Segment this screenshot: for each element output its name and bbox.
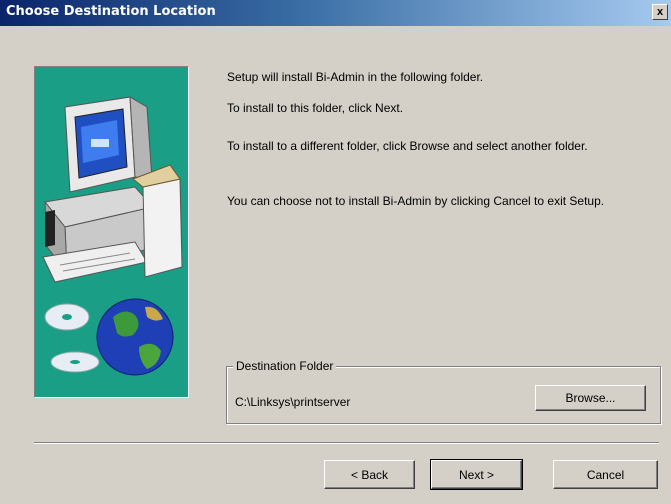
intro-text: Setup will install Bi-Admin in the follo… bbox=[227, 70, 484, 84]
cancel-button[interactable]: Cancel bbox=[553, 460, 658, 489]
destination-path: C:\Linksys\printserver bbox=[235, 395, 351, 409]
computer-globe-icon bbox=[35, 67, 188, 397]
button-separator bbox=[34, 442, 659, 444]
close-button[interactable]: x bbox=[652, 4, 668, 20]
browse-button[interactable]: Browse... bbox=[535, 385, 646, 411]
next-button[interactable]: Next > bbox=[430, 459, 523, 490]
setup-illustration bbox=[34, 66, 189, 398]
destination-folder-label: Destination Folder bbox=[233, 359, 337, 373]
window-title: Choose Destination Location bbox=[6, 4, 216, 19]
browse-instruction-text: To install to a different folder, click … bbox=[227, 139, 588, 153]
back-button[interactable]: < Back bbox=[324, 460, 415, 489]
setup-dialog: Choose Destination Location x Setup will… bbox=[0, 0, 671, 504]
next-instruction-text: To install to this folder, click Next. bbox=[227, 101, 404, 115]
destination-folder-group: Destination Folder C:\Linksys\printserve… bbox=[226, 359, 661, 424]
cancel-instruction-text: You can choose not to install Bi-Admin b… bbox=[227, 194, 605, 208]
title-bar: Choose Destination Location x bbox=[0, 0, 671, 26]
